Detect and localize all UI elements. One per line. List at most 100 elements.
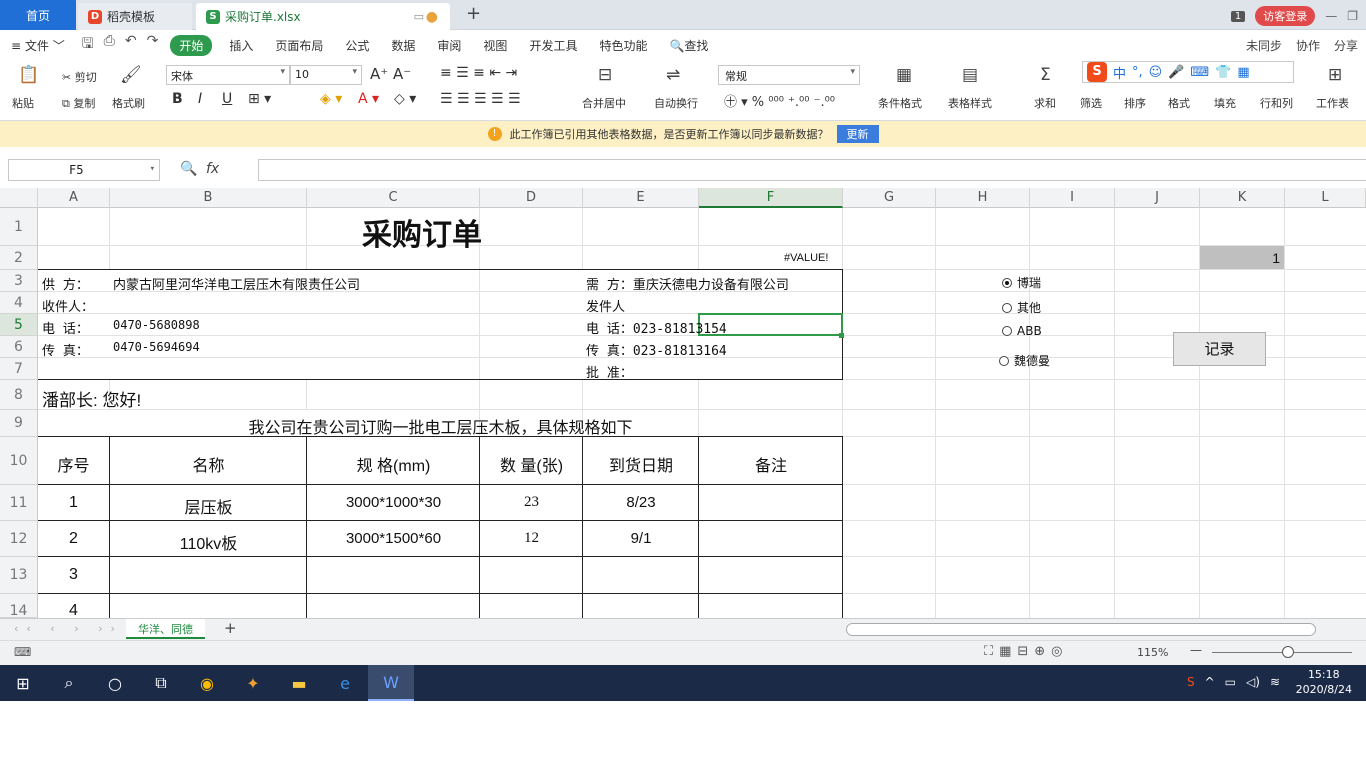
row-header-9[interactable]: 9 <box>0 410 38 437</box>
wrap-text-icon[interactable]: ⇌ <box>666 65 680 85</box>
col-header-d[interactable]: D <box>480 188 583 208</box>
system-clock[interactable]: 15:18 2020/8/24 <box>1296 667 1352 697</box>
bold-icon[interactable]: B <box>172 91 183 107</box>
wifi-icon[interactable]: ≋ <box>1270 675 1280 689</box>
zoom-slider-thumb[interactable] <box>1282 646 1294 658</box>
increase-font-icon[interactable]: A⁺ A⁻ <box>370 65 411 83</box>
col-header-j[interactable]: J <box>1115 188 1200 208</box>
row-header-11[interactable]: 11 <box>0 485 38 521</box>
menu-view[interactable]: 视图 <box>472 37 518 54</box>
italic-icon[interactable]: I <box>198 91 202 107</box>
sheet-tab-active[interactable]: 华洋、同德 <box>126 619 205 639</box>
search-icon[interactable]: ⌕ <box>46 665 92 701</box>
menu-start[interactable]: 开始 <box>170 34 213 56</box>
row-header-6[interactable]: 6 <box>0 336 38 358</box>
guest-login-button[interactable]: 访客登录 <box>1255 6 1316 26</box>
fill-button[interactable]: 填充 <box>1214 95 1236 111</box>
worksheet-icon[interactable]: ⊞ <box>1328 65 1342 85</box>
fx-icon[interactable]: fx <box>206 161 219 177</box>
row-header-8[interactable]: 8 <box>0 380 38 410</box>
radio-borui[interactable]: 博瑞 <box>1002 274 1041 291</box>
wrap-text-button[interactable]: 自动换行 <box>654 95 698 111</box>
paste-icon[interactable]: 📋 <box>18 65 39 85</box>
row-header-3[interactable]: 3 <box>0 270 38 292</box>
sogou-tray-icon[interactable]: S <box>1187 675 1195 689</box>
share-button[interactable]: 分享 <box>1334 37 1358 54</box>
merge-center-icon[interactable]: ⊟ <box>598 65 612 85</box>
record-button[interactable]: 记录 <box>1173 332 1266 366</box>
ie-icon[interactable]: e <box>322 665 368 701</box>
font-family-select[interactable]: 宋体 ▾ <box>166 65 290 85</box>
menu-insert[interactable]: 插入 <box>218 37 264 54</box>
file-explorer-icon[interactable]: ▬ <box>276 665 322 701</box>
copy-button[interactable]: ⧉ 复制 <box>62 95 95 111</box>
sort-button[interactable]: 排序 <box>1124 95 1146 111</box>
volume-icon[interactable]: ◁) <box>1246 675 1260 689</box>
align-left-icon[interactable]: ☰ ☰ ☰ ☰ ☰ <box>440 91 521 107</box>
col-header-e[interactable]: E <box>583 188 699 208</box>
row-header-10[interactable]: 10 <box>0 437 38 485</box>
paste-button[interactable]: 粘贴 <box>12 95 34 111</box>
ime-skin-icon[interactable]: 👕 <box>1215 65 1231 80</box>
horizontal-scrollbar[interactable] <box>846 623 1316 636</box>
col-header-k[interactable]: K <box>1200 188 1285 208</box>
sum-button[interactable]: 求和 <box>1034 95 1056 111</box>
window-count-badge[interactable]: 1 <box>1230 10 1246 22</box>
fill-color-icon[interactable]: ◈ ▾ <box>320 91 342 107</box>
ime-keyboard-icon[interactable]: ⌨ <box>1190 65 1209 80</box>
zoom-level[interactable]: 115% <box>1137 646 1168 659</box>
row-header-4[interactable]: 4 <box>0 292 38 314</box>
radio-abb[interactable]: ABB <box>1002 324 1042 338</box>
menu-formula[interactable]: 公式 <box>334 37 380 54</box>
chrome-icon[interactable]: ◉ <box>184 665 230 701</box>
filter-button[interactable]: 筛选 <box>1080 95 1102 111</box>
col-header-a[interactable]: A <box>38 188 110 208</box>
row-header-12[interactable]: 12 <box>0 521 38 557</box>
number-format-select[interactable]: 常规 ▾ <box>718 65 860 85</box>
format-painter-icon[interactable]: 🖌 <box>120 65 142 85</box>
ime-punct-icon[interactable]: °, <box>1132 65 1143 80</box>
new-tab-icon[interactable]: + <box>466 3 481 24</box>
zoom-out-icon[interactable]: — <box>1190 643 1202 657</box>
minimize-icon[interactable]: — <box>1325 9 1337 23</box>
battery-icon[interactable]: ▭ <box>1225 675 1236 689</box>
name-box[interactable]: F5 ▾ <box>8 159 160 181</box>
row-col-button[interactable]: 行和列 <box>1260 95 1293 111</box>
col-header-i[interactable]: I <box>1030 188 1115 208</box>
font-color-icon[interactable]: A ▾ <box>358 91 379 107</box>
undo-icon[interactable]: ↶ <box>125 33 137 57</box>
file-menu[interactable]: ≡ 文件 ﹀ <box>0 37 76 54</box>
sync-status[interactable]: 未同步 <box>1246 37 1282 54</box>
menu-features[interactable]: 特色功能 <box>588 37 658 54</box>
chevron-up-icon[interactable]: ^ <box>1205 675 1215 689</box>
restore-icon[interactable]: ❐ <box>1347 9 1358 23</box>
fill-handle[interactable] <box>839 333 844 338</box>
sheet-nav-arrows-icon[interactable]: ‹‹ ‹ › ›› <box>14 622 123 635</box>
row-header-2[interactable]: 2 <box>0 246 38 270</box>
macro-icon[interactable]: ⌨ <box>14 645 31 659</box>
conditional-format-button[interactable]: 条件格式 <box>878 95 922 111</box>
update-button[interactable]: 更新 <box>836 125 879 143</box>
ime-menu-icon[interactable]: ▦ <box>1237 65 1249 80</box>
cut-button[interactable]: ✂ 剪切 <box>62 69 97 85</box>
cortana-icon[interactable]: ○ <box>92 665 138 701</box>
monitor-icon[interactable]: ▭ <box>414 10 424 23</box>
row-header-13[interactable]: 13 <box>0 557 38 594</box>
row-header-1[interactable]: 1 <box>0 208 38 246</box>
radio-other[interactable]: 其他 <box>1002 299 1041 316</box>
col-header-c[interactable]: C <box>307 188 480 208</box>
search-menu[interactable]: 🔍查找 <box>658 37 719 54</box>
conditional-format-icon[interactable]: ▦ <box>896 65 912 85</box>
col-header-l[interactable]: L <box>1285 188 1366 208</box>
unsaved-dot-icon[interactable]: ● <box>426 9 438 25</box>
wps-taskbar-icon[interactable]: W <box>368 665 414 701</box>
print-icon[interactable]: ⎙ <box>104 33 115 57</box>
col-header-f[interactable]: F <box>699 188 843 208</box>
windows-start-icon[interactable]: ⊞ <box>0 665 46 701</box>
percent-icon[interactable]: ㊉ ▾ % ⁰⁰⁰ ⁺.⁰⁰ ⁻.⁰⁰ <box>724 91 835 110</box>
view-mode-icons[interactable]: ⛶▦⊟⊕◎ <box>984 644 1069 659</box>
merge-center-button[interactable]: 合并居中 <box>582 95 626 111</box>
ime-lang-icon[interactable]: 中 <box>1113 63 1126 82</box>
tab-home[interactable]: 首页 <box>0 0 76 30</box>
row-header-14[interactable]: 14 <box>0 594 38 618</box>
